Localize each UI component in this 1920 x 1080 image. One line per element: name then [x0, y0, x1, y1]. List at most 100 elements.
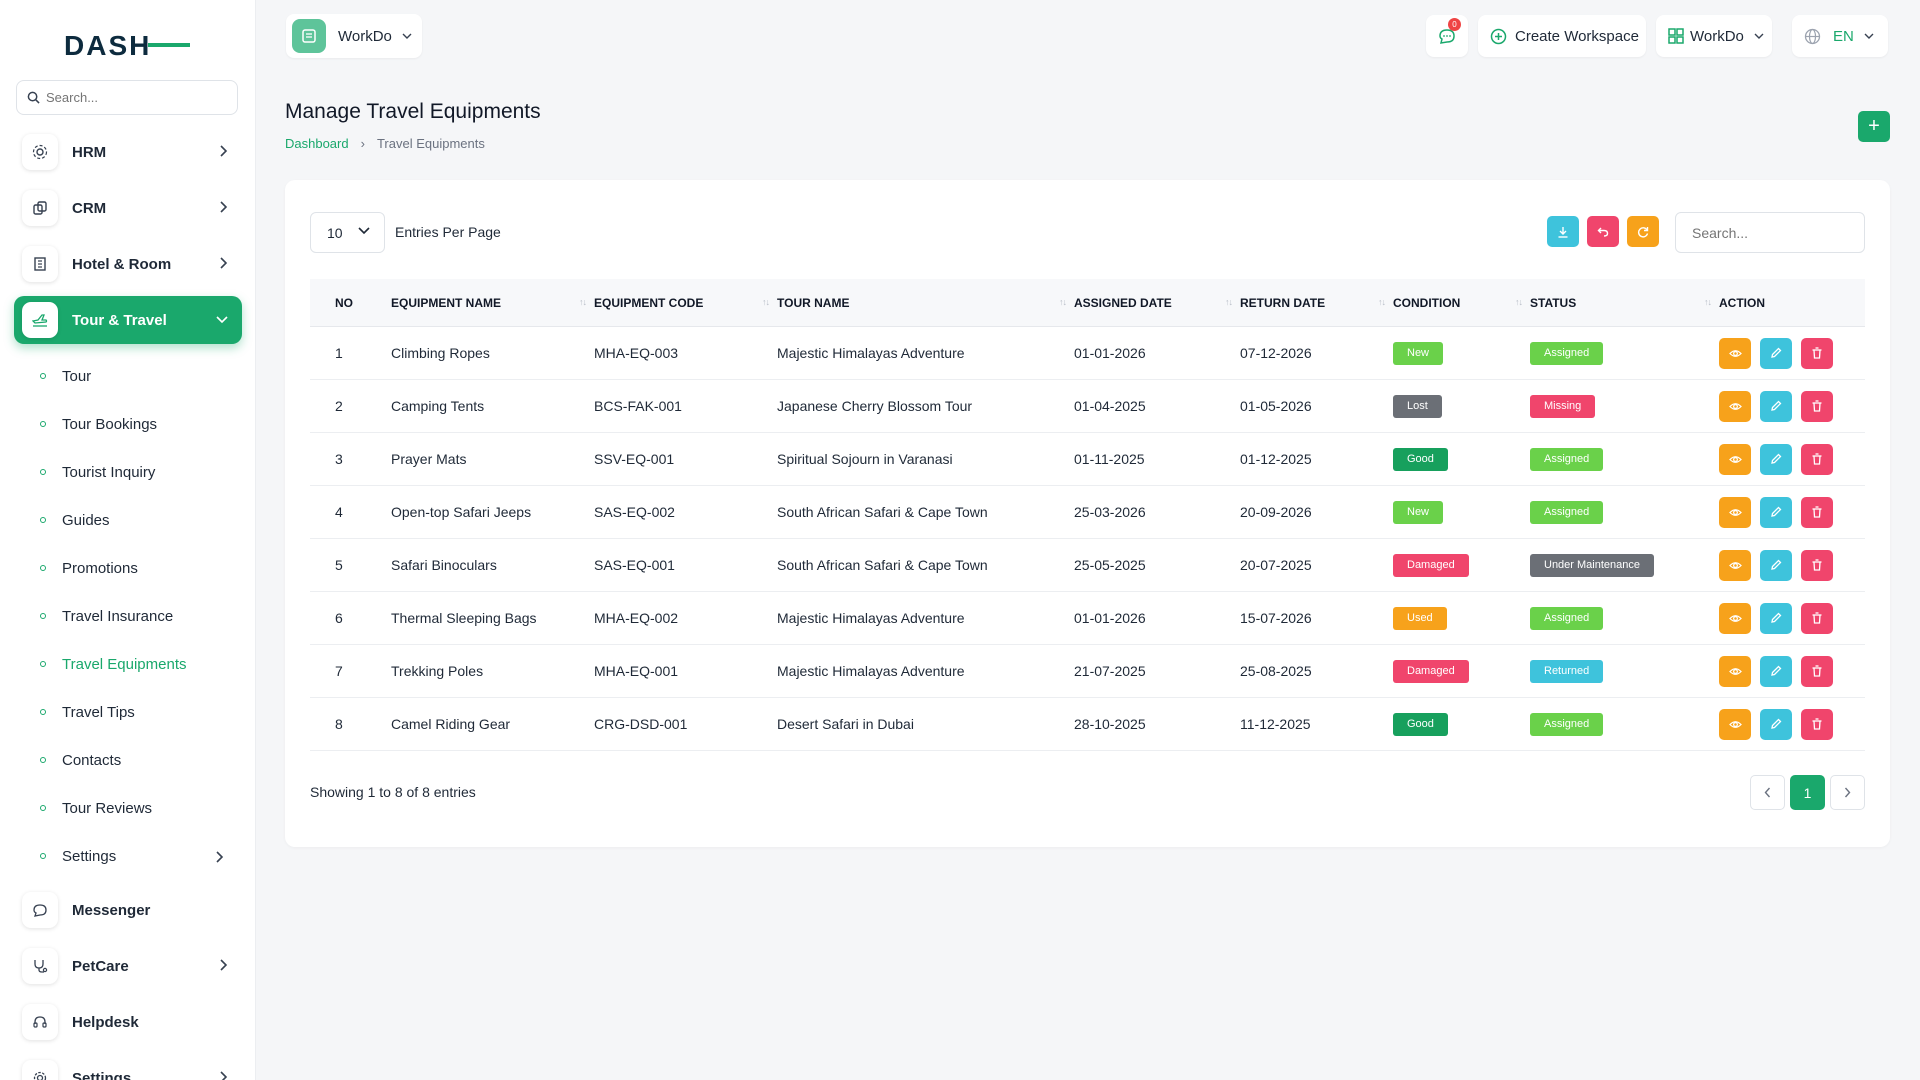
view-button[interactable]	[1719, 443, 1751, 475]
edit-button[interactable]	[1760, 602, 1792, 634]
delete-button[interactable]	[1801, 602, 1833, 634]
delete-button[interactable]	[1801, 549, 1833, 581]
workdo-dropdown[interactable]: WorkDo	[1656, 15, 1772, 57]
sidebar-item-tour-travel[interactable]: Tour & Travel	[14, 296, 242, 344]
delete-button[interactable]	[1801, 655, 1833, 687]
delete-button[interactable]	[1801, 496, 1833, 528]
edit-button[interactable]	[1760, 655, 1792, 687]
column-header-assigned-date[interactable]: ASSIGNED DATE ↑↓	[1074, 279, 1240, 327]
cell-assigned-date: 01-01-2026	[1074, 610, 1146, 626]
cell-return-date: 20-09-2026	[1240, 504, 1312, 520]
eye-icon	[1728, 559, 1742, 572]
sidebar-subitem-travel-insurance[interactable]: Travel Insurance	[14, 592, 242, 640]
sidebar-item-crm[interactable]: CRM	[14, 184, 242, 232]
column-header-return-date[interactable]: RETURN DATE ↑↓	[1240, 279, 1393, 327]
view-button[interactable]	[1719, 602, 1751, 634]
eye-icon	[1728, 347, 1742, 360]
edit-button[interactable]	[1760, 337, 1792, 369]
cell-action	[1719, 433, 1865, 486]
messages-button[interactable]: 0	[1426, 15, 1468, 57]
delete-button[interactable]	[1801, 390, 1833, 422]
bullet-icon	[40, 805, 46, 811]
pencil-icon	[1770, 559, 1782, 571]
sidebar-subitem-guides[interactable]: Guides	[14, 496, 242, 544]
pagination-next-button[interactable]	[1830, 775, 1865, 810]
pencil-icon	[1770, 718, 1782, 730]
column-header-status[interactable]: STATUS ↑↓	[1530, 279, 1719, 327]
delete-button[interactable]	[1801, 337, 1833, 369]
delete-button[interactable]	[1801, 443, 1833, 475]
sort-icon: ↑↓	[1515, 296, 1523, 307]
bullet-icon	[40, 517, 46, 523]
chevron-right-icon	[220, 959, 228, 971]
dash-logo[interactable]: DASH	[64, 28, 190, 62]
view-button[interactable]	[1719, 655, 1751, 687]
sidebar-item-helpdesk[interactable]: Helpdesk	[14, 998, 242, 1046]
edit-button[interactable]	[1760, 443, 1792, 475]
download-icon	[1558, 226, 1568, 238]
edit-button[interactable]	[1760, 390, 1792, 422]
language-dropdown[interactable]: EN	[1792, 15, 1888, 57]
condition-badge: Good	[1393, 447, 1448, 471]
create-workspace-button[interactable]: Create Workspace	[1478, 15, 1646, 57]
refresh-button[interactable]	[1627, 216, 1659, 247]
sidebar-subitem-promotions[interactable]: Promotions	[14, 544, 242, 592]
breadcrumb-dashboard-link[interactable]: Dashboard	[285, 136, 349, 151]
column-header-equipment-code[interactable]: EQUIPMENT CODE ↑↓	[594, 279, 777, 327]
workspace-label: WorkDo	[338, 27, 392, 45]
sidebar-subitem-tour-reviews[interactable]: Tour Reviews	[14, 784, 242, 832]
cell-tour-name: South African Safari & Cape Town	[777, 504, 988, 520]
cell-equipment-name: Climbing Ropes	[391, 345, 490, 361]
sidebar-item-settings[interactable]: Settings	[14, 1054, 242, 1080]
eye-icon	[1728, 506, 1742, 519]
edit-button[interactable]	[1760, 549, 1792, 581]
cell-status: Assigned	[1530, 698, 1719, 751]
sidebar-item-hotel-room[interactable]: Hotel & Room	[14, 240, 242, 288]
column-header-tour-name[interactable]: TOUR NAME ↑↓	[777, 279, 1074, 327]
table-search-input[interactable]	[1675, 212, 1865, 253]
subitem-label: Contacts	[62, 751, 122, 769]
chevron-right-icon: ›	[360, 136, 365, 151]
view-button[interactable]	[1719, 496, 1751, 528]
cell-assigned-date: 01-04-2025	[1074, 398, 1146, 414]
edit-button[interactable]	[1760, 496, 1792, 528]
export-button[interactable]	[1547, 216, 1579, 247]
column-label: NO	[335, 295, 353, 310]
column-header-no[interactable]: NO	[310, 279, 391, 327]
cell-assigned-date: 01-11-2025	[1074, 451, 1145, 467]
cell-equipment-name: Safari Binoculars	[391, 557, 497, 573]
cell-no: 8	[335, 716, 343, 732]
sidebar-subitem-tour-bookings[interactable]: Tour Bookings	[14, 400, 242, 448]
sidebar-subitem-tour[interactable]: Tour	[14, 352, 242, 400]
sidebar-search[interactable]	[16, 80, 238, 115]
workspace-switcher[interactable]: WorkDo	[286, 14, 422, 58]
column-header-condition[interactable]: CONDITION ↑↓	[1393, 279, 1530, 327]
sidebar-subitem-contacts[interactable]: Contacts	[14, 736, 242, 784]
view-button[interactable]	[1719, 390, 1751, 422]
view-button[interactable]	[1719, 549, 1751, 581]
add-equipment-button[interactable]: +	[1858, 111, 1890, 142]
view-button[interactable]	[1719, 337, 1751, 369]
column-header-equipment-name[interactable]: EQUIPMENT NAME ↑↓	[391, 279, 594, 327]
delete-button[interactable]	[1801, 708, 1833, 740]
entries-per-page-select[interactable]: 10	[310, 212, 385, 253]
pagination-page-1[interactable]: 1	[1790, 775, 1825, 810]
sidebar-subitem-tourist-inquiry[interactable]: Tourist Inquiry	[14, 448, 242, 496]
sidebar-subitem-travel-tips[interactable]: Travel Tips	[14, 688, 242, 736]
cell-no: 2	[335, 398, 343, 414]
bullet-icon	[40, 469, 46, 475]
status-badge: Assigned	[1530, 447, 1604, 471]
sidebar-subitem-travel-equipments[interactable]: Travel Equipments	[14, 640, 242, 688]
view-button[interactable]	[1719, 708, 1751, 740]
sidebar-item-messenger[interactable]: Messenger	[14, 886, 242, 934]
pagination-prev-button[interactable]	[1750, 775, 1785, 810]
condition-badge: Damaged	[1393, 553, 1469, 577]
reset-button[interactable]	[1587, 216, 1619, 247]
edit-button[interactable]	[1760, 708, 1792, 740]
sidebar-item-petcare[interactable]: PetCare	[14, 942, 242, 990]
sidebar-item-hrm[interactable]: HRM	[14, 128, 242, 176]
sidebar-subitem-settings[interactable]: Settings	[14, 832, 242, 880]
condition-badge: Used	[1393, 606, 1447, 630]
sidebar-search-input[interactable]	[46, 90, 216, 105]
column-header-action: ACTION	[1719, 279, 1865, 327]
